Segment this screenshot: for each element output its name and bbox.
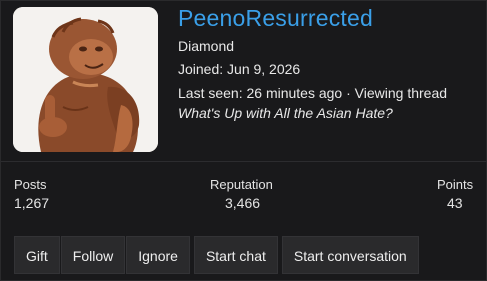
gift-button[interactable]: Gift (14, 236, 60, 274)
member-tooltip-card: PeenoResurrected Diamond Joined: Jun 9, … (0, 0, 487, 281)
viewing-thread-link[interactable]: What's Up with All the Asian Hate? (178, 105, 393, 121)
avatar[interactable] (13, 7, 158, 152)
divider (1, 161, 487, 162)
member-actions-group: Gift Follow Ignore (14, 236, 190, 274)
user-rank: Diamond (178, 38, 235, 54)
member-actions-bar: Gift Follow Ignore Start chat Start conv… (14, 236, 423, 274)
ignore-button[interactable]: Ignore (126, 236, 190, 274)
joined-date: Joined: Jun 9, 2026 (178, 61, 301, 77)
stat-points-value[interactable]: 43 (447, 195, 463, 211)
last-seen-activity: Last seen: 26 minutes ago · Viewing thre… (178, 85, 448, 101)
stat-points-label: Points (437, 177, 474, 192)
avatar-image (13, 7, 158, 152)
stat-posts-value[interactable]: 1,267 (14, 195, 49, 211)
start-conversation-button[interactable]: Start conversation (281, 236, 419, 274)
conversation-actions-group: Start conversation (281, 236, 419, 274)
username-link[interactable]: PeenoResurrected (178, 5, 373, 32)
stat-reputation-label: Reputation (210, 177, 273, 192)
chat-actions-group: Start chat (193, 236, 278, 274)
follow-button[interactable]: Follow (60, 236, 126, 274)
stat-posts-label: Posts (14, 177, 47, 192)
start-chat-button[interactable]: Start chat (193, 236, 278, 274)
stat-reputation-value[interactable]: 3,466 (225, 195, 260, 211)
